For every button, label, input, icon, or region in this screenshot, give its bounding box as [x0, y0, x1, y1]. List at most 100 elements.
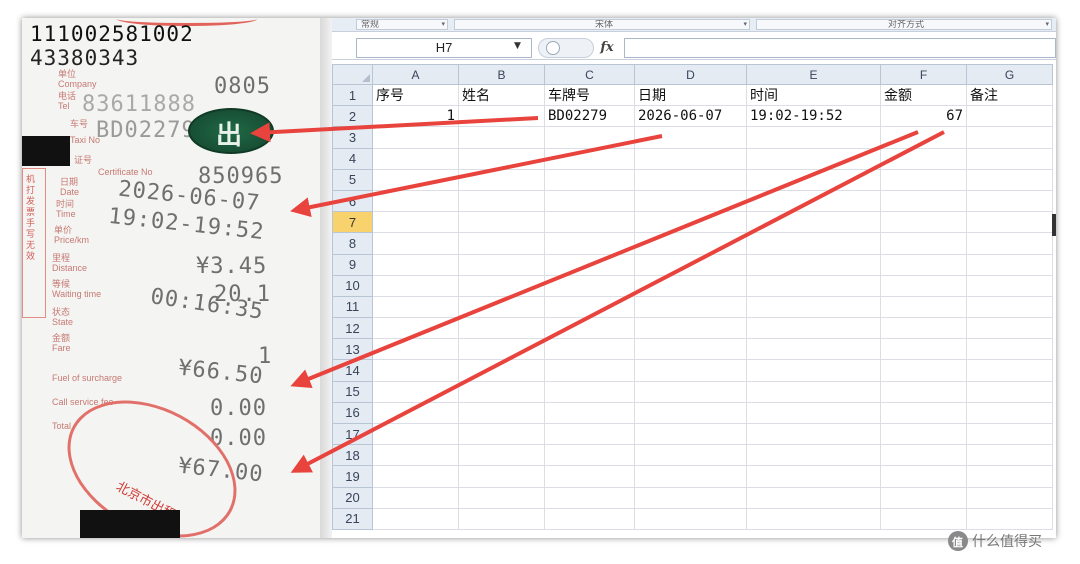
cell-b20[interactable]: [458, 486, 545, 509]
cell-c9[interactable]: [544, 253, 635, 276]
cell-c13[interactable]: [544, 338, 635, 361]
cell-b17[interactable]: [458, 422, 545, 446]
cell-b19[interactable]: [458, 465, 545, 488]
cell-f6[interactable]: [880, 189, 967, 213]
cell-d14[interactable]: [634, 359, 747, 382]
cell-b16[interactable]: [458, 401, 545, 425]
row-header-20[interactable]: 20: [332, 486, 373, 509]
cell-d10[interactable]: [634, 274, 747, 297]
cell-c10[interactable]: [544, 274, 635, 297]
row-header-15[interactable]: 15: [332, 380, 373, 403]
cell-g12[interactable]: [966, 317, 1053, 340]
cell-e12[interactable]: [746, 317, 881, 340]
row-header-9[interactable]: 9: [332, 253, 373, 276]
row-header-8[interactable]: 8: [332, 232, 373, 255]
cell-a14[interactable]: [372, 359, 459, 382]
row-header-3[interactable]: 3: [332, 126, 373, 149]
cell-d12[interactable]: [634, 317, 747, 340]
cell-c15[interactable]: [544, 380, 635, 403]
cell-g2[interactable]: [966, 105, 1053, 128]
cell-d11[interactable]: [634, 295, 747, 319]
row-header-19[interactable]: 19: [332, 465, 373, 488]
formula-input[interactable]: [624, 38, 1056, 58]
cell-e5[interactable]: [746, 168, 881, 191]
row-header-10[interactable]: 10: [332, 274, 373, 297]
cell-e15[interactable]: [746, 380, 881, 403]
cell-c11[interactable]: [544, 295, 635, 319]
row-header-7[interactable]: 7: [332, 211, 373, 234]
cell-a20[interactable]: [372, 486, 459, 509]
cell-f17[interactable]: [880, 422, 967, 446]
cell-c8[interactable]: [544, 232, 635, 255]
cell-e13[interactable]: [746, 338, 881, 361]
cell-e3[interactable]: [746, 126, 881, 149]
cell-a7[interactable]: [372, 211, 459, 234]
row-header-4[interactable]: 4: [332, 147, 373, 170]
cell-d18[interactable]: [634, 444, 747, 467]
cell-e21[interactable]: [746, 507, 881, 530]
cell-b15[interactable]: [458, 380, 545, 403]
cell-e19[interactable]: [746, 465, 881, 488]
row-header-14[interactable]: 14: [332, 359, 373, 382]
cell-c1[interactable]: 车牌号: [544, 83, 635, 107]
cell-g19[interactable]: [966, 465, 1053, 488]
cell-e16[interactable]: [746, 401, 881, 425]
cell-d9[interactable]: [634, 253, 747, 276]
expand-handle-icon[interactable]: [546, 41, 560, 55]
cell-c6[interactable]: [544, 189, 635, 213]
cell-b10[interactable]: [458, 274, 545, 297]
cell-g10[interactable]: [966, 274, 1053, 297]
cell-e18[interactable]: [746, 444, 881, 467]
cell-e4[interactable]: [746, 147, 881, 170]
cell-a1[interactable]: 序号: [372, 83, 459, 107]
cell-e6[interactable]: [746, 189, 881, 213]
cell-b14[interactable]: [458, 359, 545, 382]
row-header-16[interactable]: 16: [332, 401, 373, 425]
align-select[interactable]: 对齐方式 ▾: [756, 19, 1052, 30]
cell-g21[interactable]: [966, 507, 1053, 530]
row-header-5[interactable]: 5: [332, 168, 373, 191]
row-header-18[interactable]: 18: [332, 444, 373, 467]
cell-b18[interactable]: [458, 444, 545, 467]
cell-a5[interactable]: [372, 168, 459, 191]
cell-c14[interactable]: [544, 359, 635, 382]
cell-a12[interactable]: [372, 317, 459, 340]
cell-d13[interactable]: [634, 338, 747, 361]
cell-c20[interactable]: [544, 486, 635, 509]
row-header-12[interactable]: 12: [332, 317, 373, 340]
cell-a18[interactable]: [372, 444, 459, 467]
cell-f20[interactable]: [880, 486, 967, 509]
cell-f7[interactable]: [880, 211, 967, 234]
cell-d4[interactable]: [634, 147, 747, 170]
row-header-2[interactable]: 2: [332, 105, 373, 128]
row-header-17[interactable]: 17: [332, 422, 373, 446]
cell-g14[interactable]: [966, 359, 1053, 382]
cell-e10[interactable]: [746, 274, 881, 297]
cell-d17[interactable]: [634, 422, 747, 446]
cell-f11[interactable]: [880, 295, 967, 319]
cell-a16[interactable]: [372, 401, 459, 425]
cell-f8[interactable]: [880, 232, 967, 255]
cell-a21[interactable]: [372, 507, 459, 530]
cell-e8[interactable]: [746, 232, 881, 255]
cell-a19[interactable]: [372, 465, 459, 488]
cell-g5[interactable]: [966, 168, 1053, 191]
cell-g17[interactable]: [966, 422, 1053, 446]
cell-c21[interactable]: [544, 507, 635, 530]
cell-c19[interactable]: [544, 465, 635, 488]
cell-f9[interactable]: [880, 253, 967, 276]
font-select[interactable]: 宋体 ▾: [454, 19, 750, 30]
cell-a13[interactable]: [372, 338, 459, 361]
cell-a8[interactable]: [372, 232, 459, 255]
cell-g7[interactable]: [966, 211, 1053, 234]
cell-c12[interactable]: [544, 317, 635, 340]
cell-c5[interactable]: [544, 168, 635, 191]
cell-f3[interactable]: [880, 126, 967, 149]
cell-e14[interactable]: [746, 359, 881, 382]
cell-b9[interactable]: [458, 253, 545, 276]
cell-f2[interactable]: 67: [880, 105, 967, 128]
cell-b2[interactable]: [458, 105, 545, 128]
column-header-f[interactable]: F: [880, 64, 967, 85]
cell-a4[interactable]: [372, 147, 459, 170]
cell-g4[interactable]: [966, 147, 1053, 170]
